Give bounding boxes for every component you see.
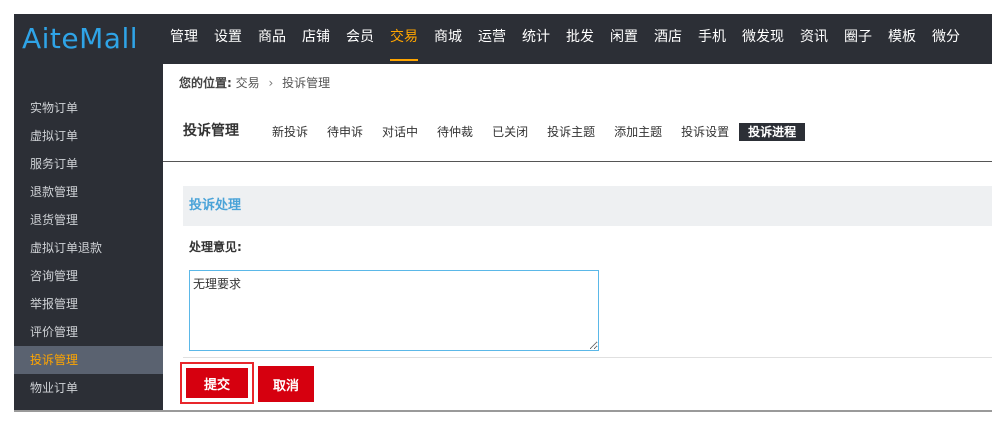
sidebar-item-1[interactable]: 虚拟订单: [14, 122, 163, 150]
nav-item-0[interactable]: 管理: [162, 14, 206, 64]
nav-item-12[interactable]: 手机: [690, 14, 734, 64]
nav-item-5[interactable]: 交易: [382, 14, 426, 64]
submit-button-highlight: 提交: [180, 362, 254, 404]
tab-4[interactable]: 已关闭: [483, 123, 537, 141]
nav-item-17[interactable]: 微分: [924, 14, 968, 64]
breadcrumb-label: 您的位置:: [179, 76, 232, 90]
page-title: 投诉管理: [183, 123, 239, 139]
main-content: 您的位置: 交易 › 投诉管理 投诉管理 新投诉 待申诉 对话中 待仲裁 已关闭 投诉主题…: [163, 64, 992, 410]
nav-item-1[interactable]: 设置: [206, 14, 250, 64]
breadcrumb-item-complaints: 投诉管理: [282, 76, 331, 90]
nav-item-15[interactable]: 圈子: [836, 14, 880, 64]
nav-item-8[interactable]: 统计: [514, 14, 558, 64]
sidebar: 实物订单 虚拟订单 服务订单 退款管理 退货管理 虚拟订单退款 咨询管理 举报管理 评价管理 投诉…: [14, 64, 163, 410]
breadcrumb: 您的位置: 交易 › 投诉管理: [179, 74, 330, 91]
nav-item-16[interactable]: 模板: [880, 14, 924, 64]
tab-6[interactable]: 添加主题: [605, 123, 671, 141]
sidebar-item-2[interactable]: 服务订单: [14, 150, 163, 178]
divider: [183, 357, 992, 358]
section-title: 投诉处理: [189, 198, 242, 213]
tab-2[interactable]: 对话中: [373, 123, 427, 141]
opinion-textarea[interactable]: [189, 270, 599, 351]
app-window: AiteMall 管理 设置 商品 店铺 会员 交易 商城 运营 统计 批发 闲置 酒店 手机 微发现 资讯…: [14, 14, 992, 412]
tab-bar: 新投诉 待申诉 对话中 待仲裁 已关闭 投诉主题 添加主题 投诉设置 投诉进程: [263, 123, 806, 141]
nav-item-6[interactable]: 商城: [426, 14, 470, 64]
cancel-button[interactable]: 取消: [258, 366, 314, 402]
sidebar-item-0[interactable]: 实物订单: [14, 94, 163, 122]
sidebar-item-10[interactable]: 物业订单: [14, 374, 163, 402]
logo: AiteMall: [22, 22, 139, 55]
sidebar-item-6[interactable]: 咨询管理: [14, 262, 163, 290]
top-navigation-bar: AiteMall 管理 设置 商品 店铺 会员 交易 商城 运营 统计 批发 闲置 酒店 手机 微发现 资讯…: [14, 14, 992, 64]
tab-1[interactable]: 待申诉: [318, 123, 372, 141]
nav-item-4[interactable]: 会员: [338, 14, 382, 64]
nav-item-3[interactable]: 店铺: [294, 14, 338, 64]
tabs-row: 投诉管理 新投诉 待申诉 对话中 待仲裁 已关闭 投诉主题 添加主题 投诉设置 投诉进程: [163, 118, 992, 162]
breadcrumb-separator-icon: ›: [268, 76, 274, 90]
sidebar-item-7[interactable]: 举报管理: [14, 290, 163, 318]
sidebar-item-9[interactable]: 投诉管理: [14, 346, 163, 374]
nav-item-10[interactable]: 闲置: [602, 14, 646, 64]
nav-item-11[interactable]: 酒店: [646, 14, 690, 64]
tab-5[interactable]: 投诉主题: [538, 123, 604, 141]
tab-8[interactable]: 投诉进程: [739, 123, 806, 141]
sidebar-item-4[interactable]: 退货管理: [14, 206, 163, 234]
tab-0[interactable]: 新投诉: [263, 123, 317, 141]
sidebar-item-8[interactable]: 评价管理: [14, 318, 163, 346]
opinion-label: 处理意见:: [189, 240, 242, 254]
sidebar-item-3[interactable]: 退款管理: [14, 178, 163, 206]
nav-item-13[interactable]: 微发现: [734, 14, 792, 64]
section-header: 投诉处理: [183, 186, 992, 226]
tab-3[interactable]: 待仲裁: [428, 123, 482, 141]
tab-7[interactable]: 投诉设置: [672, 123, 738, 141]
nav-item-7[interactable]: 运营: [470, 14, 514, 64]
nav-item-2[interactable]: 商品: [250, 14, 294, 64]
breadcrumb-item-trade[interactable]: 交易: [236, 76, 260, 90]
nav-item-14[interactable]: 资讯: [792, 14, 836, 64]
submit-button[interactable]: 提交: [186, 368, 248, 398]
nav-item-9[interactable]: 批发: [558, 14, 602, 64]
main-nav: 管理 设置 商品 店铺 会员 交易 商城 运营 统计 批发 闲置 酒店 手机 微发现 资讯 圈子 模板 微分: [162, 14, 968, 64]
sidebar-item-5[interactable]: 虚拟订单退款: [14, 234, 163, 262]
